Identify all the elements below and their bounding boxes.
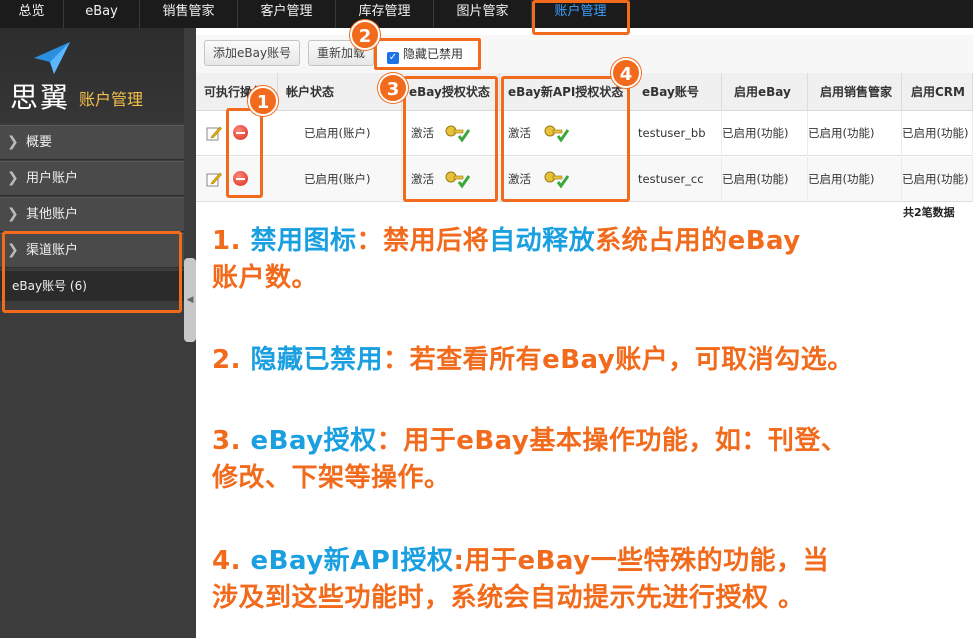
- callout-badge-4: 4: [611, 58, 641, 88]
- note-term: eBay新API授权: [250, 546, 454, 576]
- note-term: eBay授权: [250, 426, 377, 456]
- enable-ebay-cell: 已启用(功能): [722, 157, 808, 202]
- sidebar-subitem-ebay-accounts[interactable]: eBay账号 (6): [0, 271, 184, 301]
- nav-inventory-management[interactable]: 库存管理: [336, 0, 434, 28]
- hide-disabled-checkbox[interactable]: ✓ 隐藏已禁用: [374, 38, 481, 70]
- add-ebay-account-button[interactable]: 添加eBay账号: [204, 40, 301, 66]
- enable-sales-cell: 已启用(功能): [808, 111, 902, 156]
- disable-account-icon[interactable]: [233, 125, 248, 140]
- chevron-right-icon: ❯: [7, 242, 19, 258]
- key-authorize-icon[interactable]: [444, 123, 470, 143]
- nav-image-manager[interactable]: 图片管家: [434, 0, 532, 28]
- note-text: 禁用后将: [383, 226, 490, 256]
- account-status-cell: 已启用(账户): [278, 157, 402, 202]
- nav-overview[interactable]: 总览: [0, 0, 64, 28]
- note-highlight: 自动释放: [489, 226, 596, 256]
- note-text: 涉及到这些功能时，系统会自动提示先进行授权 。: [212, 583, 805, 613]
- toolbar: 添加eBay账号 重新加载: [196, 35, 973, 73]
- ebay-account-cell: testuser_cc: [630, 157, 722, 202]
- note-number: 4.: [212, 546, 251, 576]
- key-authorize-icon[interactable]: [543, 123, 569, 143]
- col-enable-crm: 启用CRM: [902, 73, 973, 111]
- enable-crm-cell: 已启用(功能): [902, 157, 973, 202]
- note-number: 2.: [212, 345, 251, 375]
- note-text: 用于eBay基本操作功能，如：刊登、: [403, 426, 848, 456]
- col-ebay-auth-status: eBay授权状态: [402, 73, 500, 111]
- sidebar: 思翼 账户管理 ❯ 概要 ❯ 用户账户 ❯ 其他账户 ❯ 渠道账户 eBay账号…: [0, 28, 184, 638]
- key-authorize-icon[interactable]: [444, 169, 470, 189]
- enable-ebay-cell: 已启用(功能): [722, 111, 808, 156]
- ebay-account-cell: testuser_bb: [630, 111, 722, 156]
- note-number: 1.: [212, 226, 251, 256]
- note-4: 4. eBay新API授权:用于eBay一些特殊的功能，当 涉及到这些功能时，系…: [212, 543, 829, 617]
- sidebar-item-label: 其他账户: [26, 207, 79, 222]
- enable-sales-cell: 已启用(功能): [808, 157, 902, 202]
- note-separator: ：: [383, 345, 410, 375]
- callout-badge-1: 1: [248, 86, 278, 116]
- col-ebay-new-api-auth-status: eBay新API授权状态: [500, 73, 630, 111]
- module-title: 账户管理: [79, 90, 144, 109]
- col-ebay-account: eBay账号: [630, 73, 722, 111]
- note-text: 若查看所有eBay账户，可取消勾选。: [409, 345, 854, 375]
- note-1: 1. 禁用图标：禁用后将自动释放系统占用的eBay 账户数。: [212, 223, 801, 297]
- sidebar-item-label: 渠道账户: [26, 243, 79, 258]
- note-3: 3. eBay授权：用于eBay基本操作功能，如：刊登、 修改、下架等操作。: [212, 423, 847, 497]
- nav-ebay[interactable]: eBay: [64, 0, 140, 28]
- note-term: 禁用图标: [250, 226, 357, 256]
- note-separator: ：: [376, 426, 404, 456]
- nav-account-management[interactable]: 账户管理: [532, 0, 630, 28]
- sidebar-item-label: 概要: [26, 135, 53, 150]
- chevron-right-icon: ❯: [7, 134, 19, 150]
- hide-disabled-label: 隐藏已禁用: [403, 47, 464, 61]
- enable-crm-cell: 已启用(功能): [902, 111, 973, 156]
- sidebar-item-overview[interactable]: ❯ 概要: [0, 125, 184, 160]
- nav-customer-management[interactable]: 客户管理: [238, 0, 336, 28]
- note-text: 修改、下架等操作。: [212, 463, 451, 493]
- logo-area: 思翼 账户管理: [0, 28, 184, 123]
- callout-badge-2: 2: [350, 20, 380, 50]
- note-text: 用于eBay一些特殊的功能，当: [464, 546, 830, 576]
- note-term: 隐藏已禁用: [250, 345, 384, 375]
- disable-account-icon[interactable]: [233, 171, 248, 186]
- sidebar-item-channel-accounts[interactable]: ❯ 渠道账户: [0, 233, 184, 268]
- note-text: 账户数。: [212, 263, 319, 293]
- note-2: 2. 隐藏已禁用：若查看所有eBay账户，可取消勾选。: [212, 342, 854, 379]
- paper-plane-icon: [34, 42, 70, 74]
- account-status-cell: 已启用(账户): [278, 111, 402, 156]
- col-enable-ebay: 启用eBay: [722, 73, 808, 111]
- record-count: 共2笔数据: [903, 206, 955, 219]
- note-text: 系统占用的eBay: [595, 226, 801, 256]
- sidebar-item-label: 用户账户: [26, 171, 79, 186]
- sidebar-item-other-accounts[interactable]: ❯ 其他账户: [0, 197, 184, 232]
- callout-badge-3: 3: [378, 73, 408, 103]
- sidebar-item-user-accounts[interactable]: ❯ 用户账户: [0, 161, 184, 196]
- note-separator: ：: [356, 226, 384, 256]
- edit-icon[interactable]: [206, 125, 222, 141]
- note-number: 3.: [212, 426, 251, 456]
- app-root: { "topnav": { "items": [ {"label": "总览"}…: [0, 0, 973, 638]
- table-row: 已启用(账户) 激活 激活 testuser_bb 已启用(功能) 已启用(功能…: [196, 111, 973, 156]
- nav-sales-manager[interactable]: 销售管家: [140, 0, 238, 28]
- key-authorize-icon[interactable]: [543, 169, 569, 189]
- table-header: 可执行操作 帐户状态 eBay授权状态 eBay新API授权状态 eBay账号 …: [196, 73, 973, 111]
- table-row: 已启用(账户) 激活 激活 testuser_cc 已启用(功能) 已启用(功能…: [196, 157, 973, 202]
- brand-name: 思翼: [10, 81, 71, 114]
- checkbox-checked-icon: ✓: [387, 52, 399, 64]
- edit-icon[interactable]: [206, 171, 222, 187]
- note-separator: :: [453, 546, 465, 576]
- collapse-sidebar-handle[interactable]: ◀: [184, 258, 196, 342]
- top-navigation: 总览 eBay 销售管家 客户管理 库存管理 图片管家 账户管理: [0, 0, 973, 28]
- chevron-right-icon: ❯: [7, 170, 19, 186]
- col-enable-sales-manager: 启用销售管家: [808, 73, 902, 111]
- chevron-right-icon: ❯: [7, 206, 19, 222]
